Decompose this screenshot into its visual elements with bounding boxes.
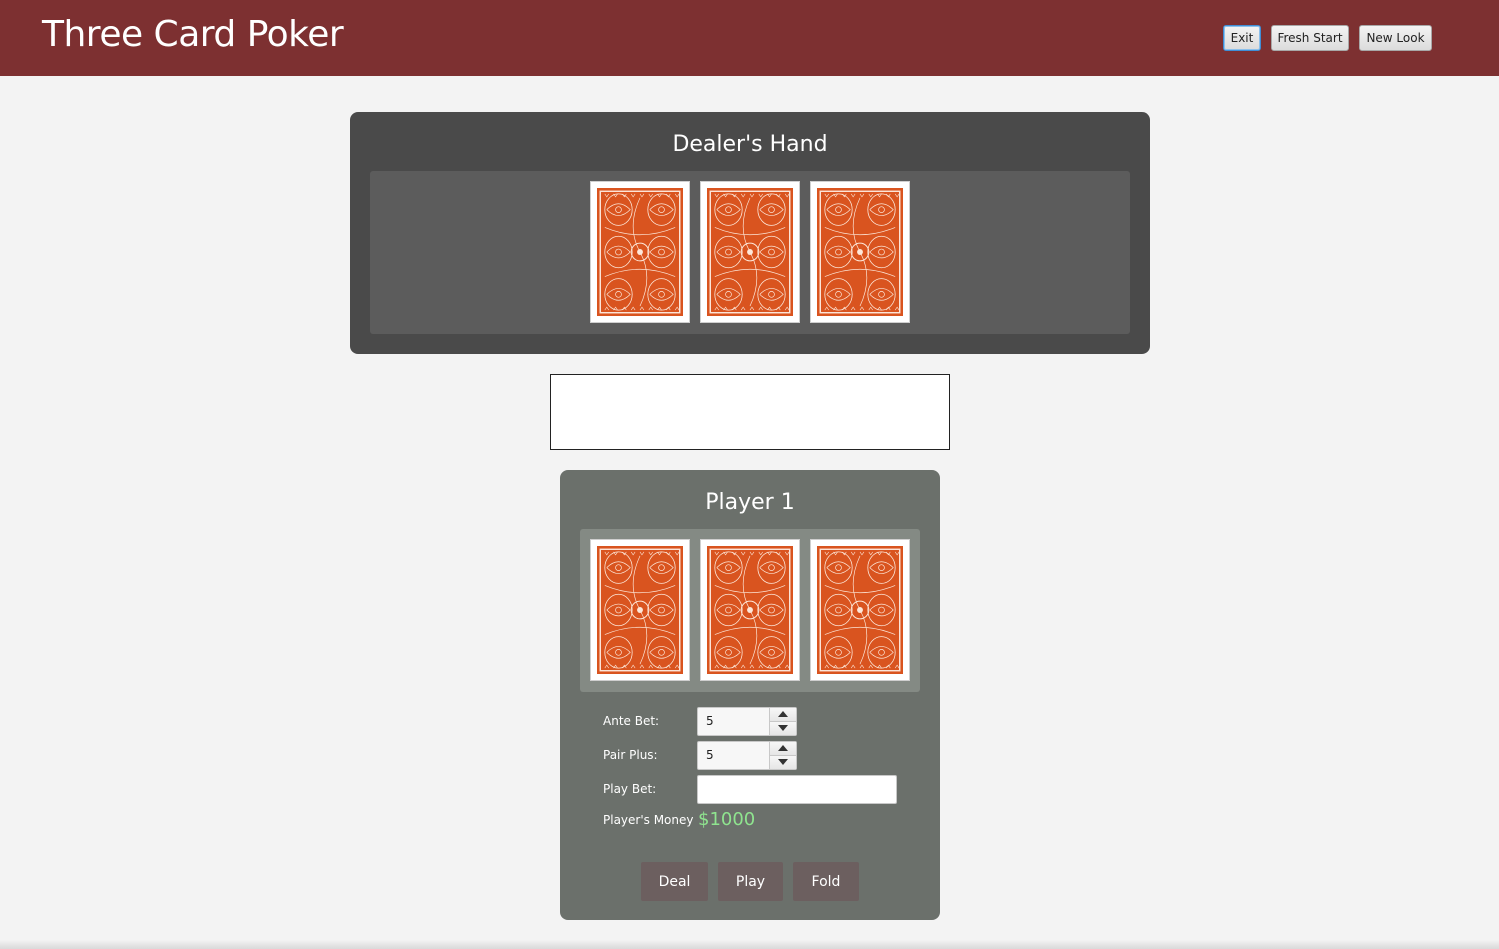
dealer-title: Dealer's Hand xyxy=(672,132,828,157)
dealer-card-1 xyxy=(590,181,690,323)
play-bet-label: Play Bet: xyxy=(603,782,657,796)
card-back-icon xyxy=(706,187,794,317)
pair-plus-decrement-button[interactable] xyxy=(770,756,796,769)
player-panel: Player 1 Ante Bet: 5 Pair Plus: 5 Play B… xyxy=(560,470,940,920)
player-money-value: $1000 xyxy=(698,809,756,830)
player-cards-area xyxy=(580,529,920,692)
deal-button[interactable]: Deal xyxy=(641,862,708,901)
window-bottom-edge xyxy=(0,940,1499,949)
player-title: Player 1 xyxy=(705,490,795,515)
player-money-label: Player's Money xyxy=(603,813,694,827)
arrow-down-icon xyxy=(778,759,788,765)
dealer-card-2 xyxy=(700,181,800,323)
dealer-cards-area xyxy=(370,171,1130,334)
ante-bet-spinner[interactable]: 5 xyxy=(697,707,797,736)
pair-plus-spinner[interactable]: 5 xyxy=(697,741,797,770)
ante-bet-decrement-button[interactable] xyxy=(770,722,796,735)
arrow-up-icon xyxy=(778,711,788,717)
card-back-icon xyxy=(816,187,904,317)
ante-bet-label: Ante Bet: xyxy=(603,714,660,728)
player-card-1[interactable] xyxy=(590,539,690,681)
pair-plus-increment-button[interactable] xyxy=(770,742,796,756)
exit-button[interactable]: Exit xyxy=(1223,25,1261,51)
card-back-icon xyxy=(816,545,904,675)
card-back-icon xyxy=(596,187,684,317)
ante-bet-spinner-buttons xyxy=(769,708,796,735)
pair-plus-spinner-buttons xyxy=(769,742,796,769)
card-back-icon xyxy=(706,545,794,675)
fold-button[interactable]: Fold xyxy=(793,862,859,901)
new-look-button[interactable]: New Look xyxy=(1359,25,1432,51)
fresh-start-button[interactable]: Fresh Start xyxy=(1271,25,1349,51)
message-box xyxy=(550,374,950,450)
dealer-panel: Dealer's Hand xyxy=(350,112,1150,354)
arrow-up-icon xyxy=(778,745,788,751)
pair-plus-label: Pair Plus: xyxy=(603,748,658,762)
dealer-card-3 xyxy=(810,181,910,323)
play-button[interactable]: Play xyxy=(718,862,783,901)
ante-bet-increment-button[interactable] xyxy=(770,708,796,722)
player-card-3[interactable] xyxy=(810,539,910,681)
app-title: Three Card Poker xyxy=(42,14,344,55)
header-bar: Three Card Poker Exit Fresh Start New Lo… xyxy=(0,0,1499,76)
arrow-down-icon xyxy=(778,725,788,731)
play-bet-field[interactable] xyxy=(697,775,897,804)
ante-bet-value[interactable]: 5 xyxy=(706,714,714,728)
player-card-2[interactable] xyxy=(700,539,800,681)
card-back-icon xyxy=(596,545,684,675)
pair-plus-value[interactable]: 5 xyxy=(706,748,714,762)
